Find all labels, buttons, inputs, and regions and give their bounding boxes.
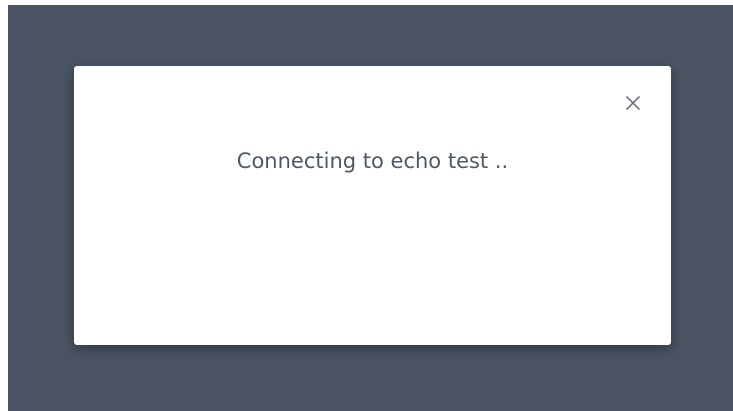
- close-button[interactable]: [621, 91, 645, 115]
- connecting-message: Connecting to echo test ..: [236, 149, 509, 173]
- close-icon: [621, 91, 645, 115]
- echo-test-dialog: Connecting to echo test ..: [74, 66, 671, 345]
